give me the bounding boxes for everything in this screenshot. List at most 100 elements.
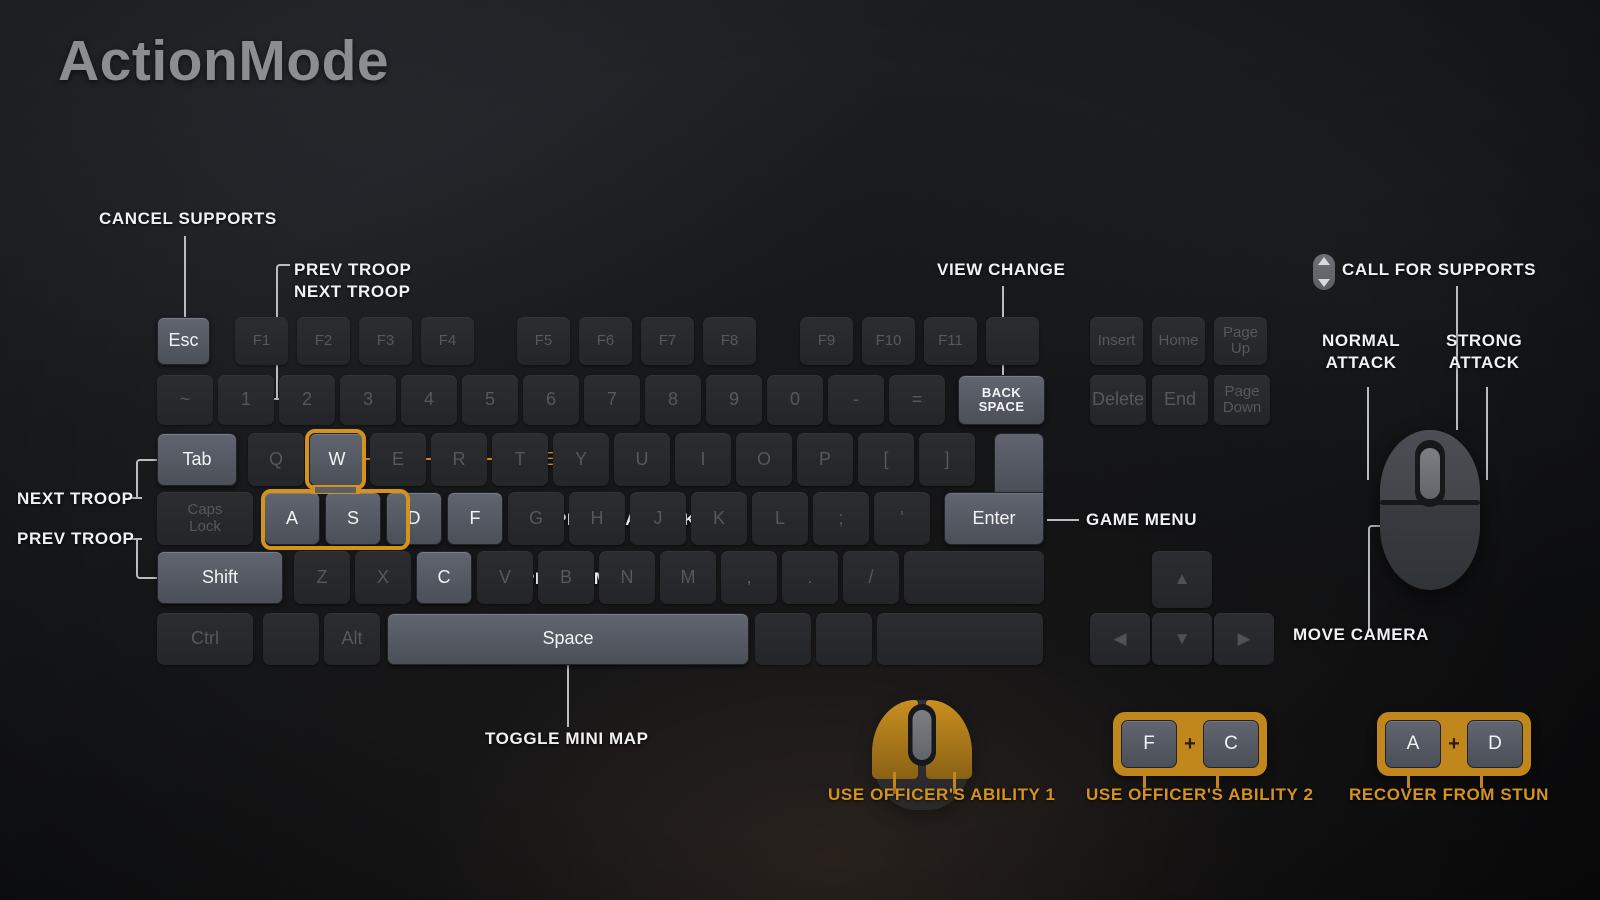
key-f5[interactable]: F5 <box>517 317 570 365</box>
key-blank[interactable]: ; <box>813 492 869 545</box>
key-blank[interactable] <box>986 317 1039 365</box>
key-r[interactable]: R <box>431 433 487 486</box>
key-f1[interactable]: F1 <box>235 317 288 365</box>
key-i[interactable]: I <box>675 433 731 486</box>
key-f9[interactable]: F9 <box>800 317 853 365</box>
key-tab[interactable]: Tab <box>157 433 237 486</box>
key-e[interactable]: E <box>370 433 426 486</box>
key-label: 0 <box>789 389 800 410</box>
key-f[interactable]: F <box>447 492 503 545</box>
key-end[interactable]: End <box>1152 375 1208 425</box>
key-8[interactable]: 8 <box>645 375 701 425</box>
key-k[interactable]: K <box>691 492 747 545</box>
callout-prev-troop-left: PREV TROOP <box>17 529 135 548</box>
key-enter[interactable]: Enter <box>944 433 1044 545</box>
key-page-down[interactable]: Page Down <box>1214 375 1270 425</box>
callout-line-prev-troop-left <box>136 539 158 579</box>
key-3[interactable]: 3 <box>340 375 396 425</box>
ability2-key-combo[interactable]: F + C <box>1113 712 1267 776</box>
key-2[interactable]: 2 <box>279 375 335 425</box>
key-y[interactable]: Y <box>553 433 609 486</box>
key-c[interactable]: C <box>416 551 472 604</box>
key-f4[interactable]: F4 <box>421 317 474 365</box>
key-alt[interactable]: Alt <box>324 613 380 665</box>
key-shift[interactable]: Shift <box>157 551 283 604</box>
key-label: X <box>376 566 389 587</box>
key-v[interactable]: V <box>477 551 533 604</box>
key--[interactable]: - <box>828 375 884 425</box>
key-label: W <box>328 448 346 469</box>
arrow-left-key[interactable]: ◀ <box>1090 613 1150 665</box>
key-z[interactable]: Z <box>294 551 350 604</box>
key-home[interactable]: Home <box>1152 317 1205 365</box>
key-blank[interactable]: ' <box>874 492 930 545</box>
key-back-space[interactable]: BACK SPACE <box>958 375 1045 425</box>
combo-key-a[interactable]: A <box>1385 720 1441 768</box>
key-d[interactable]: D <box>386 492 442 545</box>
key-ctrl[interactable]: Ctrl <box>157 613 253 665</box>
key-blank[interactable]: / <box>843 551 899 604</box>
key-space[interactable]: Space <box>387 613 749 665</box>
key-l[interactable]: L <box>752 492 808 545</box>
combo-key-c[interactable]: C <box>1203 720 1259 768</box>
key-f3[interactable]: F3 <box>359 317 412 365</box>
key-label: ▲ <box>1173 569 1191 589</box>
key-5[interactable]: 5 <box>462 375 518 425</box>
key-6[interactable]: 6 <box>523 375 579 425</box>
key-esc[interactable]: Esc <box>157 317 210 365</box>
key-4[interactable]: 4 <box>401 375 457 425</box>
key-t[interactable]: T <box>492 433 548 486</box>
arrow-right-key[interactable]: ▶ <box>1214 613 1274 665</box>
key-blank[interactable]: , <box>721 551 777 604</box>
key-blank[interactable] <box>816 613 872 665</box>
mouse-scroll-wheel <box>1420 447 1440 499</box>
key-f6[interactable]: F6 <box>579 317 632 365</box>
key-f8[interactable]: F8 <box>703 317 756 365</box>
key-n[interactable]: N <box>599 551 655 604</box>
key-1[interactable]: 1 <box>218 375 274 425</box>
key-7[interactable]: 7 <box>584 375 640 425</box>
key-m[interactable]: M <box>660 551 716 604</box>
key-blank[interactable]: . <box>782 551 838 604</box>
key-w[interactable]: W <box>309 433 365 486</box>
key-label: F4 <box>438 331 457 349</box>
key-u[interactable]: U <box>614 433 670 486</box>
combo-key-d[interactable]: D <box>1467 720 1523 768</box>
key-label: 1 <box>240 389 251 410</box>
key-blank[interactable]: ~ <box>157 375 213 425</box>
key-blank[interactable] <box>263 613 319 665</box>
key-delete[interactable]: Delete <box>1090 375 1146 425</box>
key-x[interactable]: X <box>355 551 411 604</box>
key-f10[interactable]: F10 <box>862 317 915 365</box>
key-page-up[interactable]: Page Up <box>1214 317 1267 365</box>
key-a[interactable]: A <box>264 492 320 545</box>
key-j[interactable]: J <box>630 492 686 545</box>
key-insert[interactable]: Insert <box>1090 317 1143 365</box>
key-g[interactable]: G <box>508 492 564 545</box>
key-f7[interactable]: F7 <box>641 317 694 365</box>
callout-view-change: VIEW CHANGE <box>937 260 1066 279</box>
key-q[interactable]: Q <box>248 433 304 486</box>
key-blank[interactable] <box>755 613 811 665</box>
recover-key-combo[interactable]: A + D <box>1377 712 1531 776</box>
key-s[interactable]: S <box>325 492 381 545</box>
key-0[interactable]: 0 <box>767 375 823 425</box>
key-f2[interactable]: F2 <box>297 317 350 365</box>
key-caps-lock[interactable]: Caps Lock <box>157 492 253 545</box>
key-blank[interactable] <box>904 551 1044 604</box>
combo-key-f[interactable]: F <box>1121 720 1177 768</box>
arrow-up-key[interactable]: ▲ <box>1152 551 1212 608</box>
key-h[interactable]: H <box>569 492 625 545</box>
arrow-down-key[interactable]: ▼ <box>1152 613 1212 665</box>
key-label: A <box>285 507 298 528</box>
key-b[interactable]: B <box>538 551 594 604</box>
key-label: F7 <box>658 331 677 349</box>
key-blank[interactable]: = <box>889 375 945 425</box>
key-f11[interactable]: F11 <box>924 317 977 365</box>
key-p[interactable]: P <box>797 433 853 486</box>
key-blank[interactable] <box>877 613 1043 665</box>
key-o[interactable]: O <box>736 433 792 486</box>
key-blank[interactable]: [ <box>858 433 914 486</box>
page-title: ActionMode <box>58 29 390 93</box>
key-9[interactable]: 9 <box>706 375 762 425</box>
